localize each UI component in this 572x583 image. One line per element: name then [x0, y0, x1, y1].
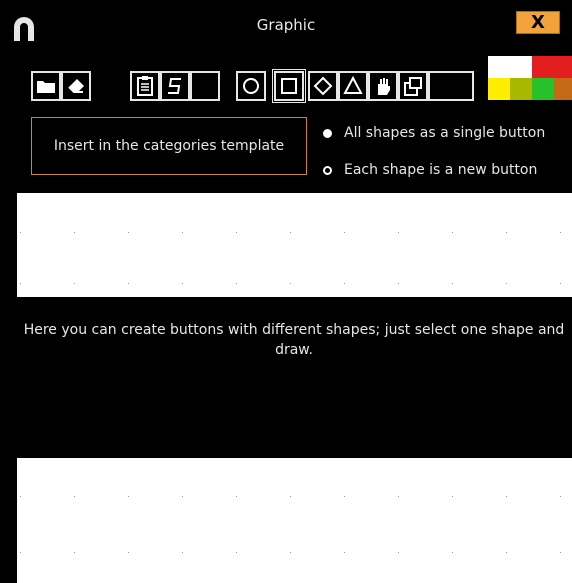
- grid-dot: [74, 496, 75, 497]
- grid-dot: [236, 496, 237, 497]
- drawing-canvas-top[interactable]: [17, 193, 572, 297]
- grid-dot: [290, 552, 291, 553]
- circle-shape-button[interactable]: [236, 71, 266, 101]
- radio-single[interactable]: [323, 128, 332, 138]
- color-swatch[interactable]: [554, 78, 572, 100]
- color-swatch[interactable]: [510, 78, 532, 100]
- grid-dot: [182, 232, 183, 233]
- grid-dot: [398, 283, 399, 284]
- color-swatch[interactable]: [532, 78, 554, 100]
- hand-tool-button[interactable]: [368, 71, 398, 101]
- grid-dot: [506, 283, 507, 284]
- grid-dot: [398, 552, 399, 553]
- grid-dot: [398, 496, 399, 497]
- grid-dot: [20, 283, 21, 284]
- circle-shape-icon: [243, 78, 259, 94]
- grid-dot: [236, 552, 237, 553]
- grid-dot: [452, 496, 453, 497]
- grid-dot: [236, 283, 237, 284]
- eraser-button[interactable]: [61, 71, 91, 101]
- option-each-button[interactable]: Each shape is a new button: [323, 159, 572, 181]
- diamond-shape-button[interactable]: [308, 71, 338, 101]
- grid-dot: [128, 552, 129, 553]
- color-swatch[interactable]: [532, 56, 554, 78]
- empty-shape-button[interactable]: [428, 71, 474, 101]
- color-swatch[interactable]: [510, 56, 532, 78]
- option-each-label: Each shape is a new button: [344, 162, 538, 178]
- color-palette: [488, 56, 572, 100]
- grid-dot: [344, 232, 345, 233]
- diamond-shape-icon: [313, 76, 333, 96]
- grid-dot: [290, 496, 291, 497]
- grid-dot: [452, 283, 453, 284]
- grid-dot: [290, 283, 291, 284]
- triangle-shape-icon: [343, 75, 363, 94]
- close-label: X: [531, 12, 545, 33]
- insert-template-button[interactable]: Insert in the categories template: [31, 117, 307, 175]
- grid-dot: [74, 552, 75, 553]
- insert-template-label: Insert in the categories template: [53, 138, 285, 154]
- grid-dot: [344, 552, 345, 553]
- grid-dot: [452, 552, 453, 553]
- grid-dot: [560, 552, 561, 553]
- triangle-shape-button[interactable]: [338, 71, 368, 101]
- grid-dot: [74, 283, 75, 284]
- description-text: Here you can create buttons with differe…: [23, 322, 565, 358]
- grid-dot: [20, 552, 21, 553]
- color-swatch[interactable]: [488, 78, 510, 100]
- color-swatch[interactable]: [488, 56, 510, 78]
- drawing-canvas-bottom[interactable]: [17, 458, 572, 583]
- grid-dot: [182, 496, 183, 497]
- open-folder-button[interactable]: [31, 71, 61, 101]
- clipboard-icon: [137, 76, 153, 96]
- grid-dot: [560, 283, 561, 284]
- option-single-button[interactable]: All shapes as a single button: [323, 122, 572, 144]
- color-swatch[interactable]: [554, 56, 572, 78]
- grid-dot: [182, 552, 183, 553]
- grid-dot: [128, 496, 129, 497]
- clipboard-button[interactable]: [130, 71, 160, 101]
- grid-dot: [398, 232, 399, 233]
- grid-dot: [20, 496, 21, 497]
- square-shape-button[interactable]: [272, 69, 306, 103]
- empty-tool-button[interactable]: [190, 71, 220, 101]
- grid-dot: [290, 232, 291, 233]
- square-shape-icon: [281, 78, 297, 94]
- grid-dot: [344, 283, 345, 284]
- grid-dot: [128, 283, 129, 284]
- paste-button[interactable]: [398, 71, 428, 101]
- grid-dot: [128, 232, 129, 233]
- grid-dot: [506, 552, 507, 553]
- grid-dot: [236, 232, 237, 233]
- eraser-icon: [68, 79, 84, 93]
- grid-dot: [560, 232, 561, 233]
- radio-each[interactable]: [323, 165, 332, 175]
- option-single-label: All shapes as a single button: [344, 125, 546, 141]
- folder-icon: [37, 81, 55, 93]
- grid-dot: [344, 496, 345, 497]
- grid-dot: [182, 283, 183, 284]
- grid-dot: [74, 232, 75, 233]
- grid-dot: [560, 496, 561, 497]
- paste-icon: [404, 77, 422, 96]
- grid-dot: [506, 496, 507, 497]
- sound-button[interactable]: [160, 71, 190, 101]
- close-button[interactable]: X: [516, 11, 560, 34]
- grid-dot: [452, 232, 453, 233]
- grid-dot: [506, 232, 507, 233]
- grid-dot: [20, 232, 21, 233]
- hand-icon: [378, 78, 390, 95]
- window-title: Graphic: [256, 16, 316, 34]
- sound-s-icon: [168, 78, 181, 94]
